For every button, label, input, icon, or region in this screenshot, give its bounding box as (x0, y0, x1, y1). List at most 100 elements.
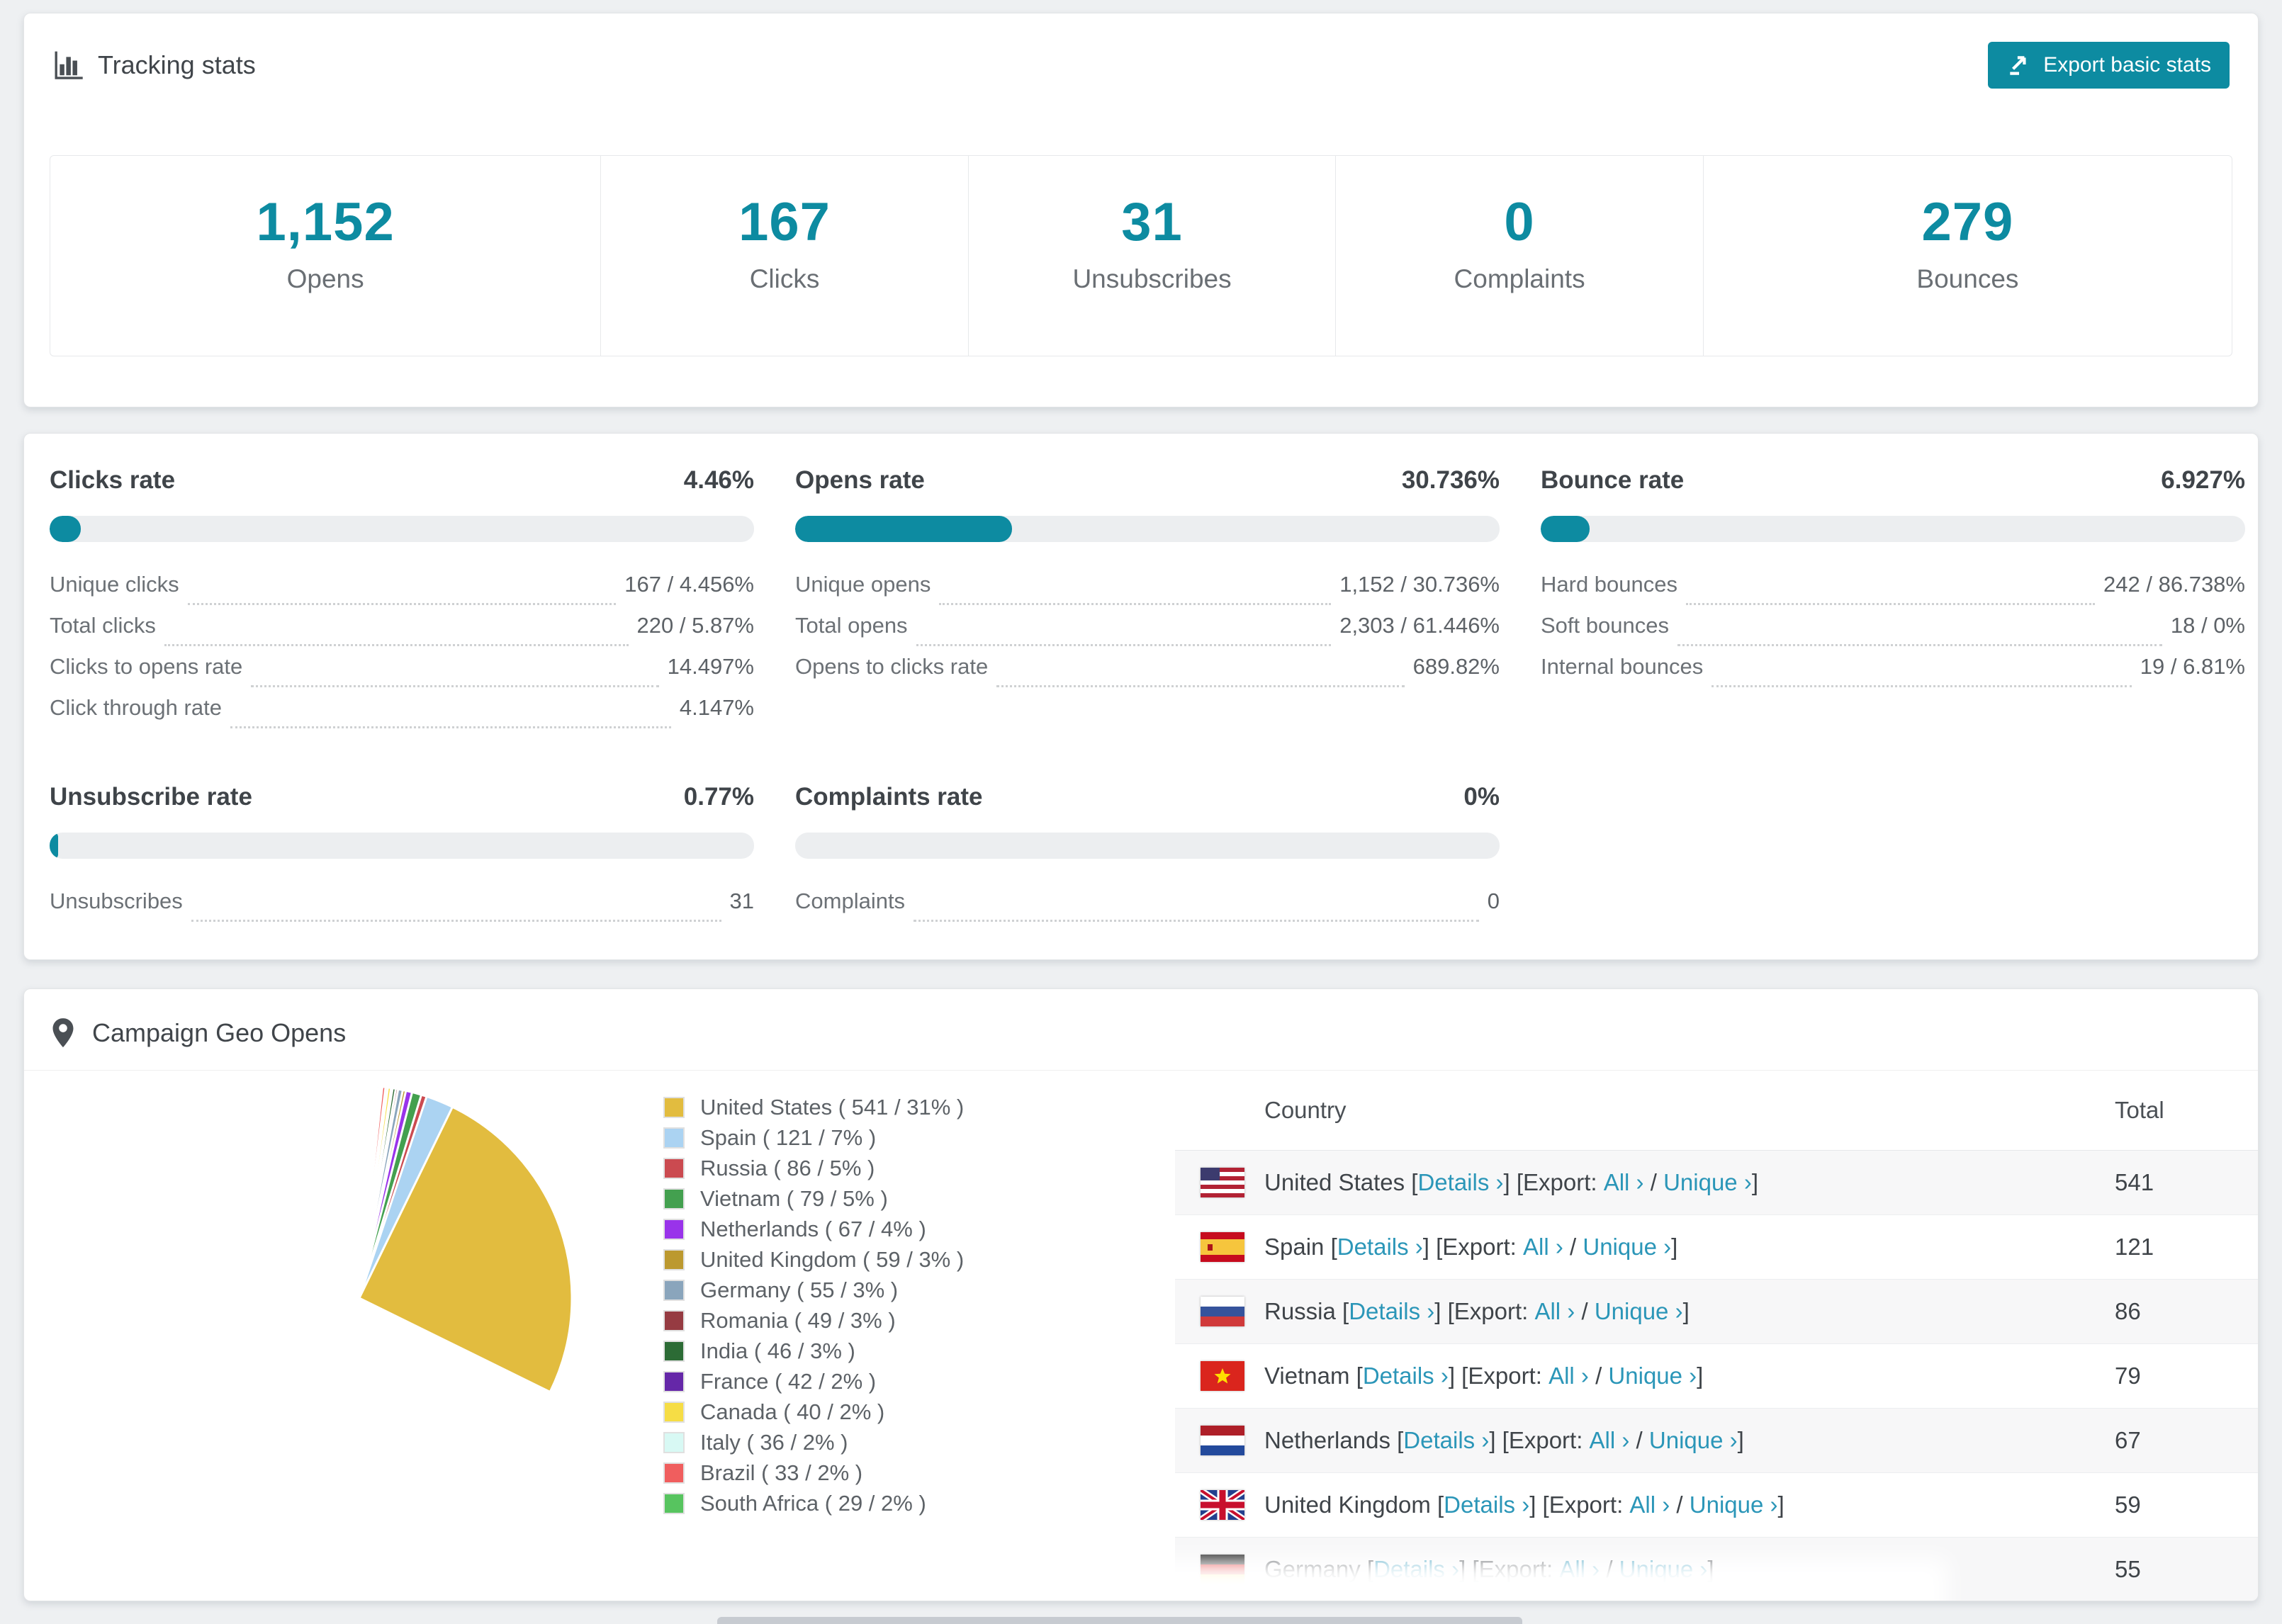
flag-nl-icon (1201, 1426, 1244, 1455)
stat-bounces: 279 Bounces (1702, 156, 2232, 356)
rate-progress-bar (50, 833, 754, 859)
export-unique-link[interactable]: Unique › (1595, 1298, 1683, 1325)
stats-summary-row: 1,152 Opens 167 Clicks 31 Unsubscribes 0 Compla… (50, 155, 2232, 356)
details-link[interactable]: Details › (1349, 1298, 1434, 1325)
geo-row-united-kingdom: United Kingdom [Details ›] [Export: All … (1175, 1473, 2258, 1538)
map-pin-icon (52, 1018, 74, 1048)
horizontal-scrollbar[interactable] (717, 1617, 1522, 1624)
slash-text: / (1600, 1556, 1619, 1582)
geo-row-netherlands: Netherlands [Details ›] [Export: All › /… (1175, 1409, 2258, 1473)
country-name: Netherlands (1264, 1427, 1390, 1453)
export-all-link[interactable]: All › (1629, 1492, 1670, 1518)
export-all-link[interactable]: All › (1548, 1363, 1589, 1389)
bracket-text: ] [Export: (1434, 1298, 1535, 1324)
rate-row-label: Total opens (795, 613, 908, 638)
export-unique-link[interactable]: Unique › (1583, 1234, 1671, 1261)
details-link[interactable]: Details › (1444, 1492, 1529, 1518)
legend-item-romania: Romania ( 49 / 3% ) (663, 1305, 964, 1336)
rate-row-label: Unique opens (795, 572, 931, 597)
slash-text: / (1563, 1234, 1583, 1260)
legend-item-canada: Canada ( 40 / 2% ) (663, 1397, 964, 1427)
details-link[interactable]: Details › (1417, 1169, 1503, 1196)
legend-swatch-icon (663, 1462, 685, 1484)
bracket-text: [ (1324, 1234, 1337, 1260)
export-icon (2010, 56, 2026, 75)
rate-detail-rows: Unique clicks 167 / 4.456% Total clicks 220… (50, 572, 754, 736)
legend-swatch-icon (663, 1309, 685, 1331)
geo-panel-title: Campaign Geo Opens (92, 1018, 347, 1047)
rates-row-2: Unsubscribe rate 0.77% Unsubscribes 31 Compl… (24, 783, 2258, 930)
country-name: Vietnam (1264, 1363, 1350, 1389)
legend-item-india: India ( 46 / 3% ) (663, 1336, 964, 1366)
country-name: United Kingdom (1264, 1492, 1431, 1518)
country-cell: United States [Details ›] [Export: All ›… (1175, 1168, 2115, 1197)
panel-title: Tracking stats (98, 50, 256, 79)
rate-row-label: Total clicks (50, 613, 156, 638)
bracket-text: ] [Export: (1422, 1234, 1523, 1260)
export-unique-link[interactable]: Unique › (1690, 1492, 1778, 1518)
legend-label: India ( 46 / 3% ) (700, 1338, 855, 1363)
export-unique-link[interactable]: Unique › (1649, 1427, 1738, 1454)
legend-item-vietnam: Vietnam ( 79 / 5% ) (663, 1183, 964, 1214)
legend-swatch-icon (663, 1248, 685, 1270)
pie-chart-legend: United States ( 541 / 31% ) Spain ( 121 /… (663, 1092, 964, 1518)
legend-label: South Africa ( 29 / 2% ) (700, 1490, 926, 1516)
total-value: 541 (2115, 1169, 2154, 1195)
export-all-link[interactable]: All › (1534, 1298, 1575, 1325)
details-link[interactable]: Details › (1403, 1427, 1489, 1454)
rate-section-header: Unsubscribe rate 0.77% (50, 783, 754, 811)
country-cell: Vietnam [Details ›] [Export: All › / Uni… (1175, 1361, 2115, 1391)
bracket-text: ] [Export: (1489, 1427, 1590, 1453)
legend-label: United Kingdom ( 59 / 3% ) (700, 1246, 965, 1272)
rate-percent: 6.927% (2161, 466, 2245, 494)
export-all-link[interactable]: All › (1559, 1556, 1600, 1583)
bracket-text: ] [Export: (1459, 1556, 1560, 1582)
rate-row-value: 167 / 4.456% (624, 572, 754, 597)
legend-label: Brazil ( 33 / 2% ) (700, 1460, 863, 1485)
legend-item-south-africa: South Africa ( 29 / 2% ) (663, 1488, 964, 1518)
country-cell: Spain [Details ›] [Export: All › / Uniqu… (1175, 1232, 2115, 1262)
country-cell: United Kingdom [Details ›] [Export: All … (1175, 1490, 2115, 1520)
rate-row-value: 689.82% (1412, 654, 1500, 679)
rate-progress-bar (795, 516, 1500, 542)
rate-detail-rows: Hard bounces 242 / 86.738% Soft bounces 18 … (1541, 572, 2245, 695)
rate-detail-rows: Unsubscribes 31 (50, 889, 754, 930)
stat-opens: 1,152 Opens (50, 156, 600, 356)
export-unique-link[interactable]: Unique › (1608, 1363, 1697, 1389)
rate-row-value: 2,303 / 61.446% (1339, 613, 1500, 638)
bracket-text: ] [Export: (1448, 1363, 1549, 1389)
rate-title: Bounce rate (1541, 466, 1685, 494)
country-column-header: Country (1264, 1097, 1347, 1123)
export-basic-stats-button[interactable]: Export basic stats (1988, 42, 2230, 89)
country-name: Spain (1264, 1234, 1325, 1260)
rate-row-value: 19 / 6.81% (2140, 654, 2245, 679)
country-name: Germany (1264, 1556, 1361, 1582)
details-link[interactable]: Details › (1337, 1234, 1423, 1261)
legend-item-netherlands: Netherlands ( 67 / 4% ) (663, 1214, 964, 1244)
dotted-leader (230, 726, 671, 728)
export-unique-link[interactable]: Unique › (1619, 1556, 1708, 1583)
rate-title: Unsubscribe rate (50, 783, 252, 811)
rate-progress-fill (1541, 516, 1590, 542)
rates-panel: Clicks rate 4.46% Unique clicks 167 / 4.456… (23, 433, 2259, 960)
total-value: 55 (2115, 1556, 2141, 1582)
total-value: 121 (2115, 1234, 2154, 1260)
legend-swatch-icon (663, 1401, 685, 1423)
export-unique-link[interactable]: Unique › (1663, 1169, 1752, 1196)
legend-label: Vietnam ( 79 / 5% ) (700, 1185, 888, 1211)
details-link[interactable]: Details › (1363, 1363, 1449, 1389)
flag-vn-icon (1201, 1361, 1244, 1391)
export-all-link[interactable]: All › (1604, 1169, 1644, 1196)
export-all-link[interactable]: All › (1590, 1427, 1630, 1454)
export-button-label: Export basic stats (2043, 53, 2211, 77)
legend-swatch-icon (663, 1340, 685, 1362)
export-all-link[interactable]: All › (1523, 1234, 1563, 1261)
rate-row-label: Soft bounces (1541, 613, 1669, 638)
bracket-text: ] (1697, 1363, 1704, 1389)
rate-section-unsubscribe-rate: Unsubscribe rate 0.77% Unsubscribes 31 (50, 783, 754, 930)
details-link[interactable]: Details › (1373, 1556, 1459, 1583)
rate-row-value: 14.497% (667, 654, 754, 679)
rate-detail-row-soft-bounces: Soft bounces 18 / 0% (1541, 613, 2245, 654)
flag-es-icon (1201, 1232, 1244, 1262)
legend-item-france: France ( 42 / 2% ) (663, 1366, 964, 1397)
